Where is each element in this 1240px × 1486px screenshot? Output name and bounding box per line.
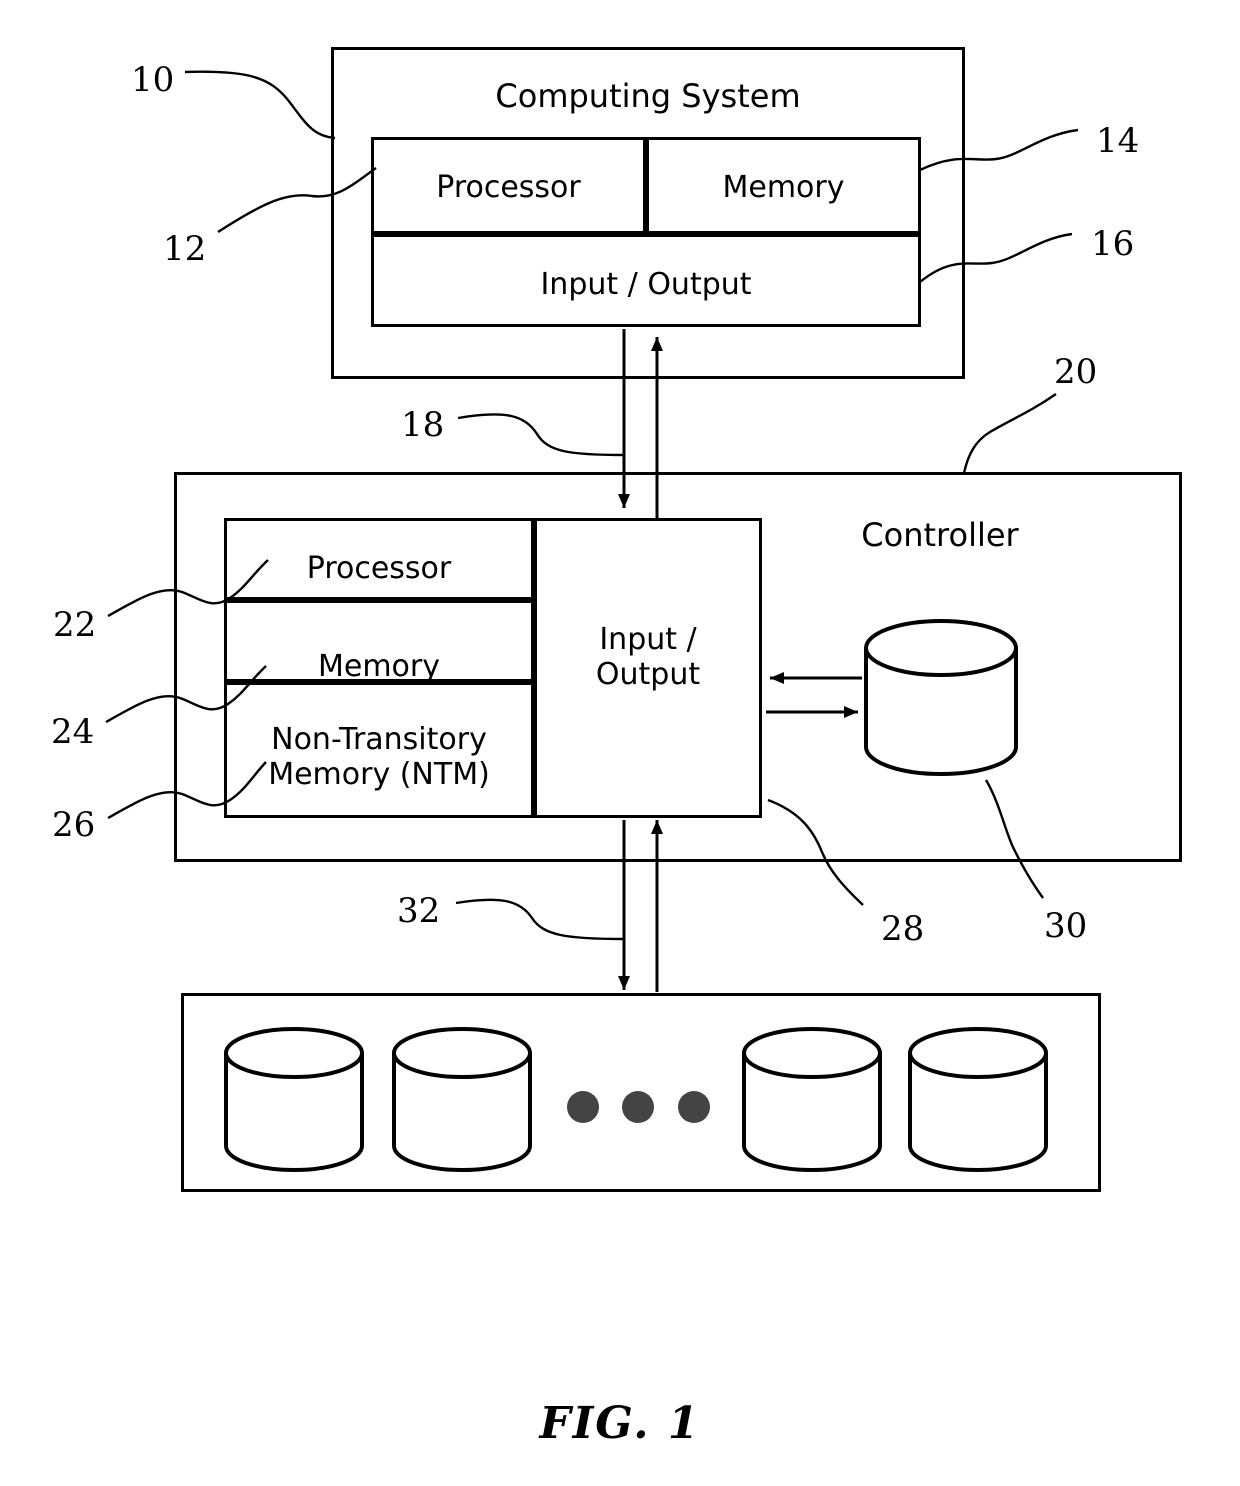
pd-name-3: PD bbox=[792, 1082, 832, 1115]
controller-memory-label: Memory bbox=[317, 649, 440, 684]
pd-label-3: PD 34 bbox=[742, 1081, 882, 1151]
pd-ref-1: 34 bbox=[276, 1117, 312, 1150]
pd-ref-2: 34 bbox=[444, 1117, 480, 1150]
pd-name-4: PD bbox=[958, 1082, 998, 1115]
leader-line-32 bbox=[455, 898, 625, 941]
controller-ntm-label: Non-Transitory Memory (NTM) bbox=[268, 722, 490, 793]
ref-12: 12 bbox=[163, 229, 207, 269]
leader-line-10 bbox=[184, 70, 336, 140]
controller-io-label: Input / Output bbox=[595, 622, 701, 693]
ref-22: 22 bbox=[53, 605, 97, 645]
computing-system-title: Computing System bbox=[495, 77, 801, 115]
ref-20: 20 bbox=[1054, 352, 1098, 392]
ref-18: 18 bbox=[401, 405, 445, 445]
pd-ref-3: 34 bbox=[794, 1117, 830, 1150]
ssd-label: SSD bbox=[910, 682, 972, 717]
ref-16: 16 bbox=[1091, 224, 1135, 264]
pd-name-2: PD bbox=[442, 1082, 482, 1115]
figure-caption: FIG. 1 bbox=[539, 1398, 701, 1449]
leader-line-20 bbox=[962, 393, 1057, 474]
ref-10: 10 bbox=[131, 60, 175, 100]
ref-26: 26 bbox=[52, 805, 96, 845]
pd-label-4: PD 34 bbox=[908, 1081, 1048, 1151]
controller-title: Controller bbox=[861, 516, 1019, 554]
ref-28: 28 bbox=[881, 909, 925, 949]
ref-14: 14 bbox=[1096, 121, 1140, 161]
ref-24: 24 bbox=[51, 712, 95, 752]
ref-32: 32 bbox=[397, 891, 441, 931]
leader-line-18 bbox=[457, 413, 625, 457]
pd-label-2: PD 34 bbox=[392, 1081, 532, 1151]
patent-figure: Computing System Processor Memory Input … bbox=[0, 0, 1240, 1486]
pd-label-1: PD 34 bbox=[224, 1081, 364, 1151]
controller-processor-label: Processor bbox=[306, 551, 452, 586]
computing-processor-label: Processor bbox=[436, 170, 581, 205]
ref-30: 30 bbox=[1044, 906, 1088, 946]
computing-io-label: Input / Output bbox=[540, 267, 752, 302]
pd-name-1: PD bbox=[274, 1082, 314, 1115]
computing-memory-label: Memory bbox=[722, 170, 845, 205]
pd-ref-4: 34 bbox=[960, 1117, 996, 1150]
